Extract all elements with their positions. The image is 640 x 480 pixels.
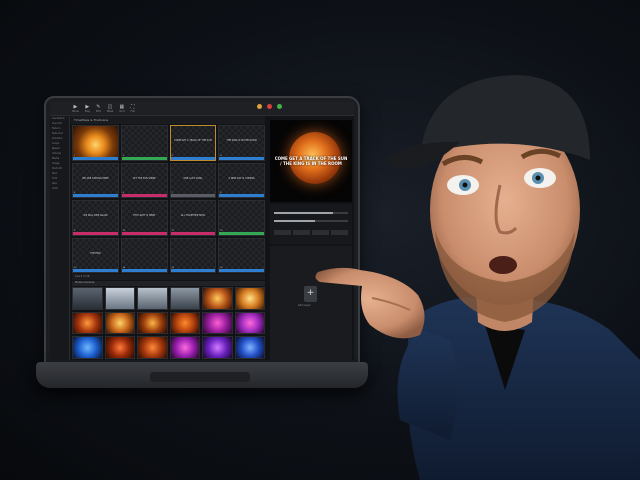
cue-tile[interactable]: COME GET A TRACK OF THE SUN 3 [169, 125, 217, 161]
media-thumbnail[interactable] [234, 311, 265, 335]
media-thumbnail[interactable] [202, 336, 233, 359]
cue-color-bar [121, 156, 167, 160]
cue-text: THE END [90, 251, 101, 255]
video-thumbnail: ▶ Show ▶ Play ✎ Edit ◫ Mask ▦ Grid ⛶ Full Cue Name C… [0, 0, 640, 480]
cue-color-bar [73, 269, 118, 272]
toolbar-show-button[interactable]: ▶ Show [72, 104, 79, 113]
cue-tile[interactable]: 14 [120, 237, 168, 273]
cue-color-bar [73, 194, 118, 197]
media-thumbnail[interactable] [169, 336, 200, 359]
toolbar-full-button[interactable]: ⛶ Full [131, 104, 135, 113]
cue-text: A NEW DAY IS COMING [228, 176, 255, 180]
media-thumbnail[interactable] [72, 336, 103, 359]
media-thumbnail[interactable] [169, 311, 200, 335]
toolbar-label: Play [84, 110, 90, 113]
cue-tile[interactable]: WE ARE STAYING HERE 5 [72, 162, 119, 198]
cue-tile[interactable]: 2 [120, 125, 168, 161]
media-thumbnail[interactable] [104, 336, 135, 359]
cue-color-bar [121, 194, 167, 197]
toolbar-mask-button[interactable]: ◫ Mask [107, 104, 113, 113]
cue-tile[interactable]: ONE LAST SONG 7 [169, 162, 217, 198]
media-thumbnail[interactable] [169, 287, 200, 310]
cue-tile[interactable]: ALL TOGETHER NOW 11 [169, 200, 217, 236]
media-thumbnail[interactable] [137, 336, 168, 359]
transport-bar[interactable]: Cue 3 of 16 [72, 274, 265, 280]
cue-text: THE LIGHT IS HERE [133, 214, 156, 218]
cue-color-bar [170, 269, 216, 272]
cue-color-bar [121, 231, 167, 235]
toolbar-edit-button[interactable]: ✎ Edit [96, 104, 101, 113]
cue-color-bar [170, 156, 216, 160]
cue-tile[interactable]: 1 [72, 125, 119, 161]
media-thumbnail[interactable] [104, 287, 135, 310]
window-controls [257, 104, 282, 109]
cue-tile[interactable]: A NEW DAY IS COMING 8 [218, 162, 265, 198]
media-tabs[interactable]: Media Cameras [72, 281, 265, 286]
cue-text: ALL TOGETHER NOW [180, 214, 205, 218]
media-thumbnail[interactable] [137, 311, 168, 335]
cue-tile[interactable]: 12 [218, 200, 265, 236]
toolbar-label: Show [72, 110, 79, 113]
cue-grid: 1 2 COME GET A TRACK OF THE SUN 3 THE KING I… [72, 125, 265, 273]
cue-tile[interactable]: LET THE SUN SHINE 6 [120, 162, 168, 198]
cue-text: WE ARE STAYING HERE [82, 176, 109, 180]
cue-color-bar [73, 231, 118, 235]
media-thumbnail[interactable] [104, 311, 135, 335]
cue-list-header: TimeMaps & TheScene [71, 116, 265, 124]
cue-text: ONE LAST SONG [183, 176, 203, 180]
cue-text: WE WILL RISE AGAIN [83, 214, 108, 218]
live-indicator-icon[interactable] [277, 104, 282, 109]
cue-tile[interactable]: WE WILL RISE AGAIN 9 [72, 200, 119, 236]
cue-color-bar [219, 194, 264, 197]
properties-panel: Cue Name Cue Info Fade In Fade Out Duration L… [50, 116, 70, 360]
pointing-hand [315, 267, 425, 339]
record-indicator-icon[interactable] [267, 104, 272, 109]
cue-color-bar [73, 156, 118, 160]
cue-text: THE KING IS IN THE ROOM [226, 139, 257, 143]
media-thumbnail[interactable] [137, 287, 168, 310]
cue-tile[interactable]: THE LIGHT IS HERE 10 [120, 200, 168, 236]
toolbar-label: Full [130, 110, 135, 113]
cue-text: LET THE SUN SHINE [132, 176, 156, 180]
cue-color-bar [219, 269, 264, 272]
toolbar-label: Mask [106, 110, 114, 113]
property-label: Color [52, 187, 59, 190]
media-thumbnail[interactable] [234, 336, 265, 359]
media-thumbnail[interactable] [234, 287, 265, 310]
cue-color-bar [121, 269, 167, 272]
toolbar-play-button[interactable]: ▶ Play [85, 104, 90, 113]
cue-text: COME GET A TRACK OF THE SUN [174, 139, 212, 143]
cue-color-bar [219, 231, 264, 235]
warning-indicator-icon[interactable] [257, 104, 262, 109]
cue-color-bar [219, 156, 264, 160]
cue-color-bar [170, 194, 216, 197]
media-thumbnail[interactable] [72, 287, 103, 310]
presenter-photo [315, 75, 640, 480]
media-thumbnail[interactable] [72, 311, 103, 335]
laptop-trackpad [150, 372, 250, 382]
media-library [72, 287, 265, 359]
cue-color-bar [170, 231, 216, 235]
cue-tile[interactable]: THE KING IS IN THE ROOM 4 [218, 125, 265, 161]
media-thumbnail[interactable] [202, 287, 233, 310]
cue-tile[interactable]: 16 [218, 237, 265, 273]
cue-tile[interactable]: THE END 13 [72, 237, 119, 273]
media-thumbnail[interactable] [202, 311, 233, 335]
toolbar-label: Grid [119, 110, 125, 113]
cue-tile[interactable]: 15 [169, 237, 217, 273]
toolbar-label: Edit [95, 110, 101, 113]
mouth [489, 256, 517, 274]
toolbar-grid-button[interactable]: ▦ Grid [119, 104, 124, 113]
